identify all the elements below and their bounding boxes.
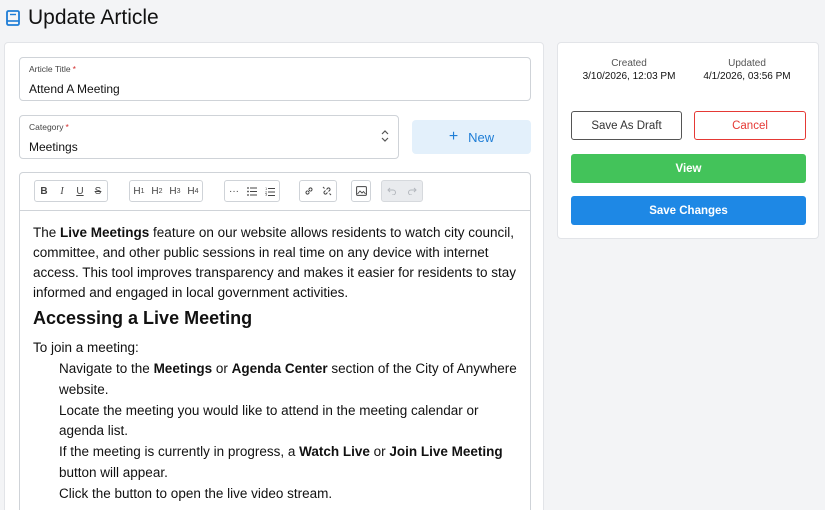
image-icon[interactable]	[352, 181, 370, 201]
bullet-list-icon[interactable]	[243, 181, 261, 201]
article-title-field[interactable]: Article Title * Attend A Meeting	[19, 57, 531, 101]
section-heading: Accessing a Live Meeting	[33, 308, 253, 328]
bold-button[interactable]: B	[35, 181, 53, 201]
list-item: If the meeting is currently in progress,…	[59, 444, 503, 480]
h2-button[interactable]: H2	[148, 181, 166, 201]
cancel-button[interactable]: Cancel	[694, 111, 806, 140]
svg-text:3: 3	[265, 193, 267, 196]
plus-icon: +	[448, 128, 459, 145]
category-value: Meetings	[29, 140, 78, 154]
list-item: Navigate to the Meetings or Agenda Cente…	[59, 361, 517, 397]
ordered-list-icon[interactable]: 123	[261, 181, 279, 201]
list-item: Click the button to open the live video …	[59, 485, 333, 501]
underline-button[interactable]: U	[71, 181, 89, 201]
article-form-card: Article Title * Attend A Meeting Category…	[4, 42, 544, 510]
intro-paragraph: The Live Meetings feature on our website…	[33, 225, 516, 300]
list-item: Locate the meeting you would like to att…	[59, 402, 479, 439]
article-title-input[interactable]: Attend A Meeting	[29, 82, 120, 96]
media-group	[351, 180, 371, 202]
save-as-draft-button[interactable]: Save As Draft	[571, 111, 682, 140]
created-label: Created	[611, 58, 647, 69]
h1-button[interactable]: H1	[130, 181, 148, 201]
format-group: B I U S	[34, 180, 108, 202]
link-group	[299, 180, 337, 202]
rich-text-editor[interactable]: B I U S H1 H2 H3 H4 ··· 123 The Live Mee…	[19, 172, 531, 510]
chevron-updown-icon	[381, 130, 389, 143]
list-group: ··· 123	[224, 180, 280, 202]
created-value: 3/10/2026, 12:03 PM	[582, 71, 676, 82]
updated-info: Updated 4/1/2026, 03:56 PM	[692, 58, 802, 82]
unlink-icon[interactable]	[318, 181, 336, 201]
more-icon[interactable]: ···	[225, 181, 243, 201]
h4-button[interactable]: H4	[184, 181, 202, 201]
save-changes-button[interactable]: Save Changes	[571, 196, 806, 225]
category-select[interactable]: Category * Meetings	[19, 115, 399, 159]
join-paragraph: To join a meeting:	[33, 340, 139, 355]
undo-icon[interactable]	[382, 181, 402, 201]
updated-label: Updated	[728, 58, 766, 69]
page-title: Update Article	[28, 6, 159, 29]
history-group	[381, 180, 423, 202]
created-info: Created 3/10/2026, 12:03 PM	[576, 58, 682, 82]
link-icon[interactable]	[300, 181, 318, 201]
heading-group: H1 H2 H3 H4	[129, 180, 203, 202]
category-label: Category *	[29, 122, 69, 132]
strike-button[interactable]: S	[89, 181, 107, 201]
book-icon	[6, 10, 20, 26]
publish-panel: Created 3/10/2026, 12:03 PM Updated 4/1/…	[557, 42, 819, 239]
page-header: Update Article	[6, 4, 159, 32]
updated-value: 4/1/2026, 03:56 PM	[703, 71, 791, 82]
redo-icon[interactable]	[402, 181, 422, 201]
new-category-button[interactable]: + New	[412, 120, 531, 154]
article-title-label: Article Title *	[29, 64, 76, 74]
view-button[interactable]: View	[571, 154, 806, 183]
italic-button[interactable]: I	[53, 181, 71, 201]
editor-content[interactable]: The Live Meetings feature on our website…	[20, 211, 530, 505]
editor-toolbar: B I U S H1 H2 H3 H4 ··· 123	[20, 173, 530, 211]
h3-button[interactable]: H3	[166, 181, 184, 201]
